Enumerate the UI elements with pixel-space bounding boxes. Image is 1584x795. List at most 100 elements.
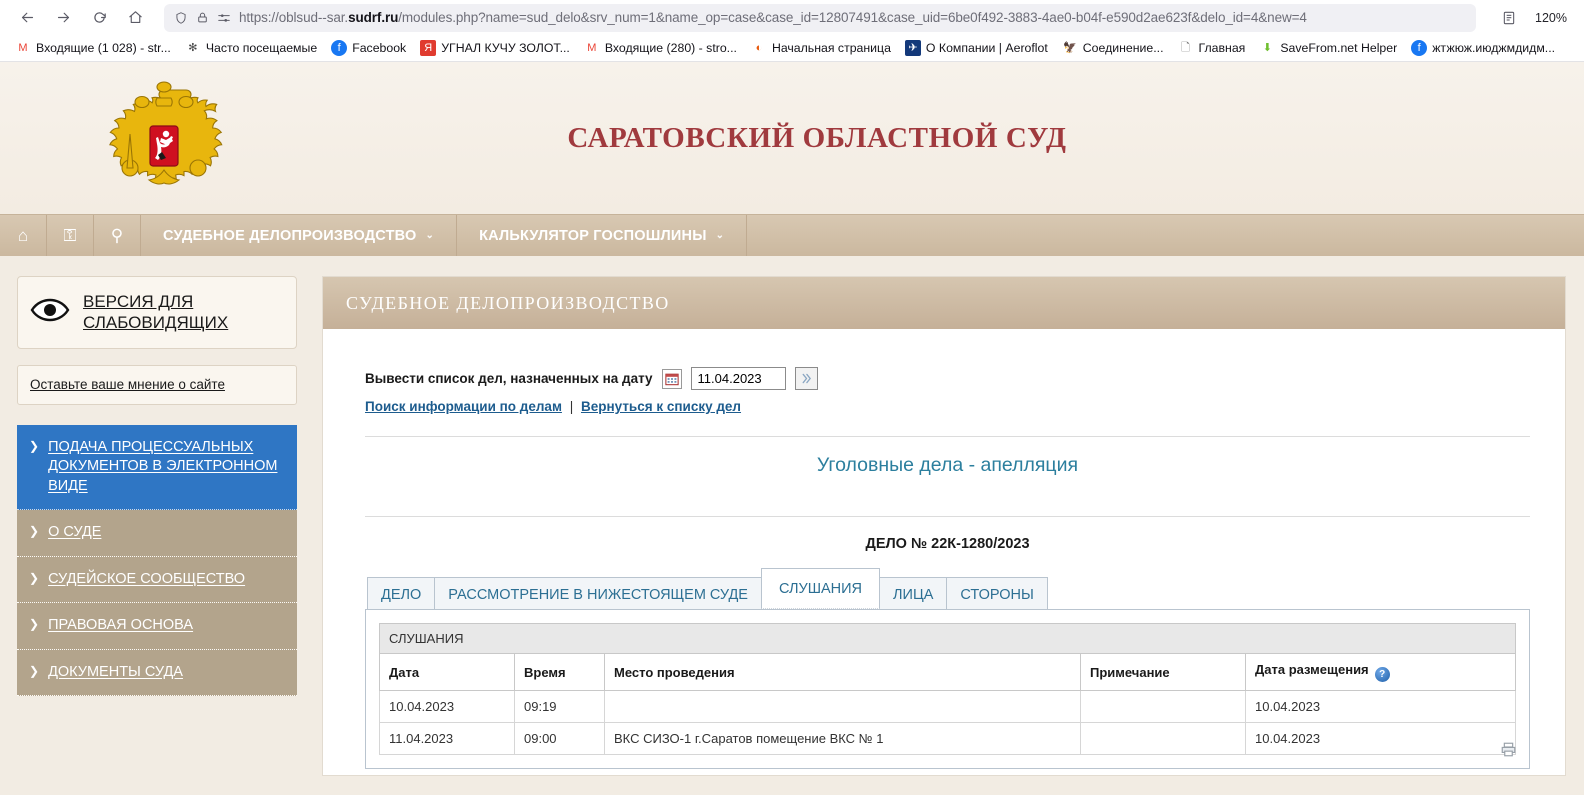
forward-button[interactable] — [46, 4, 80, 32]
bookmark-label: SaveFrom.net Helper — [1280, 41, 1398, 55]
eagle-icon: 🦅 — [1062, 41, 1077, 54]
reader-mode-icon[interactable] — [1492, 4, 1526, 32]
cell-time: 09:00 — [514, 722, 605, 755]
case-number-heading: ДЕЛО № 22К-1280/2023 — [865, 536, 1030, 552]
site-feedback-link[interactable]: Оставьте ваше мнение о сайте — [17, 364, 297, 405]
bookmark-item[interactable]: 🗋 Главная — [1171, 37, 1253, 59]
apply-date-filter-button[interactable] — [794, 367, 818, 390]
cell-time: 09:19 — [514, 690, 605, 723]
gear-icon: ✻ — [188, 41, 198, 54]
bookmark-item[interactable]: 🦅 Соединение... — [1055, 37, 1171, 59]
gmail-icon: M — [18, 41, 28, 54]
bookmark-label: УГНАЛ КУЧУ ЗОЛОТ... — [441, 41, 570, 55]
column-header: Время — [514, 653, 605, 691]
download-icon: ⬇ — [1262, 41, 1272, 54]
sidebar-menu-item[interactable]: ❯ ПОДАЧА ПРОЦЕССУАЛЬНЫХ ДОКУМЕНТОВ В ЭЛЕК… — [17, 424, 297, 511]
date-filter-row: Вывести список дел, назначенных на дату — [365, 367, 1530, 390]
sidebar-menu-item[interactable]: ❯ ПРАВОВАЯ ОСНОВА — [17, 603, 297, 650]
sidebar-menu-label: ДОКУМЕНТЫ СУДА — [48, 663, 183, 680]
bookmark-label: Входящие (280) - stro... — [604, 41, 737, 55]
hearings-table-caption: СЛУШАНИЯ — [379, 623, 1516, 653]
bookmark-item[interactable]: ✈ О Компании | Aeroflot — [898, 37, 1055, 59]
zoom-level-badge[interactable]: 120% — [1528, 8, 1574, 27]
bookmark-item[interactable]: M Входящие (1 028) - str... — [8, 37, 178, 59]
reload-button[interactable] — [82, 4, 116, 32]
firefox-icon: ◐ — [755, 41, 763, 54]
search-icon[interactable]: ⚲ — [94, 215, 141, 256]
nav-item-2[interactable]: КАЛЬКУЛЯТОР ГОСПОШЛИНЫ ⌄ — [457, 215, 748, 256]
bookmark-label: Часто посещаемые — [205, 41, 318, 55]
sidebar-menu-item[interactable]: ❯ ДОКУМЕНТЫ СУДА — [17, 649, 297, 697]
hearings-panel: СЛУШАНИЯ Дата Время Место проведения Примеч… — [365, 609, 1530, 769]
link-separator: | — [569, 399, 574, 414]
bookmark-item[interactable]: M Входящие (280) - stro... — [577, 37, 744, 59]
back-to-list-link[interactable]: Вернуться к списку дел — [581, 399, 741, 414]
hearings-table: Дата Время Место проведения Примечание Дата … — [379, 653, 1516, 755]
tab-5[interactable]: СТОРОНЫ — [946, 577, 1048, 611]
cell-place — [604, 690, 1081, 723]
tab-4[interactable]: ЛИЦА — [879, 577, 948, 611]
chevron-right-icon: ❯ — [29, 617, 40, 632]
login-icon[interactable]: ⚿ — [47, 215, 94, 256]
column-header-label: Время — [524, 664, 566, 680]
column-header: Примечание — [1080, 653, 1246, 691]
chevron-right-icon: ❯ — [29, 524, 40, 539]
main-content: СУДЕБНОЕ ДЕЛОПРОИЗВОДСТВО Вывести список… — [322, 276, 1566, 776]
column-header-label: Дата размещения — [1255, 662, 1369, 677]
column-header-label: Место проведения — [614, 664, 735, 680]
column-header-label: Примечание — [1090, 664, 1170, 680]
table-row: 10.04.2023 09:19 10.04.2023 — [379, 690, 1516, 723]
browser-toolbar: https://oblsud--sar.sudrf.ru/modules.php… — [0, 0, 1584, 35]
site-masthead: САРАТОВСКИЙ ОБЛАСТНОЙ СУД — [0, 62, 1584, 214]
home-icon[interactable]: ⌂ — [0, 215, 47, 256]
url-text: https://oblsud--sar.sudrf.ru/modules.php… — [239, 10, 1307, 25]
case-category-heading: Уголовные дела - апелляция — [816, 454, 1079, 476]
bookmark-item[interactable]: f Facebook — [324, 37, 413, 59]
print-icon[interactable] — [1500, 742, 1517, 762]
column-header: Дата размещения? — [1245, 653, 1516, 691]
search-cases-link[interactable]: Поиск информации по делам — [365, 399, 562, 414]
court-website: САРАТОВСКИЙ ОБЛАСТНОЙ СУД ⌂ ⚿ ⚲ СУДЕБНОЕ ДЕ… — [0, 62, 1584, 795]
nav-item-label: СУДЕБНОЕ ДЕЛОПРОИЗВОДСТВО — [163, 227, 417, 244]
back-button[interactable] — [10, 4, 44, 32]
page-icon: 🗋 — [1181, 41, 1190, 54]
column-header-label: Дата — [389, 664, 420, 680]
bookmark-label: Главная — [1198, 41, 1246, 55]
column-header: Дата — [379, 653, 515, 691]
content-banner-label: СУДЕБНОЕ ДЕЛОПРОИЗВОДСТВО — [346, 292, 670, 313]
site-feedback-label: Оставьте ваше мнение о сайте — [30, 376, 225, 392]
tab-3[interactable]: СЛУШАНИЯ — [760, 568, 881, 609]
shield-icon — [174, 11, 188, 25]
lock-icon — [196, 11, 209, 24]
tab-1[interactable]: ДЕЛО — [367, 577, 436, 611]
bookmark-item[interactable]: ⬇ SaveFrom.net Helper — [1252, 37, 1404, 59]
chevron-right-icon: ❯ — [29, 570, 40, 585]
case-tabs: ДЕЛО РАССМОТРЕНИЕ В НИЖЕСТОЯЩЕМ СУДЕ СЛУША… — [365, 568, 1530, 611]
main-navigation: ⌂ ⚿ ⚲ СУДЕБНОЕ ДЕЛОПРОИЗВОДСТВО ⌄ КАЛЬКУЛЯТОР… — [0, 214, 1584, 256]
nav-item-1[interactable]: СУДЕБНОЕ ДЕЛОПРОИЗВОДСТВО ⌄ — [141, 215, 458, 256]
cell-note — [1080, 722, 1246, 755]
address-bar[interactable]: https://oblsud--sar.sudrf.ru/modules.php… — [164, 3, 1477, 32]
date-input[interactable] — [690, 367, 786, 390]
calendar-icon[interactable] — [661, 368, 682, 389]
bookmark-label: О Компании | Aeroflot — [925, 41, 1048, 55]
facebook-icon: f — [1411, 40, 1428, 56]
sidebar-menu-item[interactable]: ❯ О СУДЕ — [17, 510, 297, 557]
accessibility-label: ВЕРСИЯ ДЛЯ СЛАБОВИДЯЩИХ — [83, 292, 229, 333]
home-button[interactable] — [118, 4, 152, 32]
sidebar-menu-item[interactable]: ❯ СУДЕЙСКОЕ СООБЩЕСТВО — [17, 556, 297, 604]
tab-2[interactable]: РАССМОТРЕНИЕ В НИЖЕСТОЯЩЕМ СУДЕ — [434, 577, 762, 611]
table-row: 11.04.2023 09:00 ВКС СИЗО-1 г.Саратов поме… — [379, 722, 1516, 755]
sidebar-menu-label: СУДЕЙСКОЕ СООБЩЕСТВО — [48, 570, 246, 587]
permissions-icon[interactable] — [217, 11, 231, 25]
page-body: ВЕРСИЯ ДЛЯ СЛАБОВИДЯЩИХ Оставьте ваше мн… — [0, 256, 1584, 776]
bookmark-label: Входящие (1 028) - str... — [36, 41, 171, 55]
help-icon[interactable]: ? — [1374, 667, 1390, 682]
bookmark-item[interactable]: f жтжюж.июджмдидм... — [1404, 37, 1562, 59]
bookmark-item[interactable]: Я УГНАЛ КУЧУ ЗОЛОТ... — [413, 37, 577, 59]
chevron-right-icon: ❯ — [29, 438, 40, 453]
yandex-icon: Я — [420, 40, 437, 56]
bookmark-item[interactable]: ◐ Начальная страница — [744, 37, 898, 59]
accessibility-version-button[interactable]: ВЕРСИЯ ДЛЯ СЛАБОВИДЯЩИХ — [17, 276, 297, 349]
bookmark-item[interactable]: ✻ Часто посещаемые — [178, 37, 324, 59]
